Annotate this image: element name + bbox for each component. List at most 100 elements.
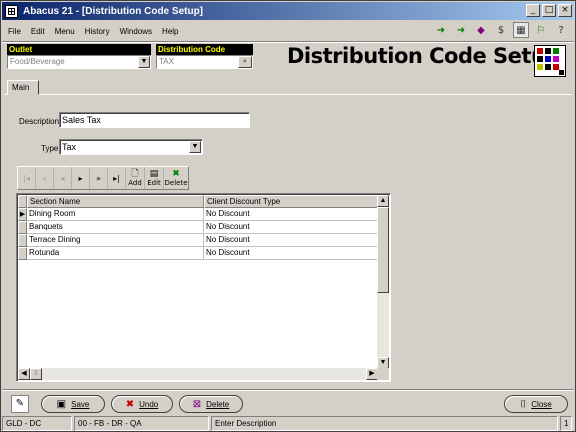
next-page-icon[interactable]: » bbox=[90, 167, 108, 189]
save-button[interactable]: ▣ Save bbox=[41, 395, 105, 413]
row-indicator bbox=[18, 221, 27, 234]
chevron-down-icon[interactable]: ▼ bbox=[138, 56, 150, 68]
prior-record-icon[interactable]: ◂ bbox=[54, 167, 72, 189]
delete-button[interactable]: ⊠ Delete bbox=[179, 395, 243, 413]
vertical-scroll-thumb[interactable] bbox=[377, 207, 389, 293]
back-arrow-icon[interactable]: ➜ bbox=[433, 22, 449, 38]
cell-section-name[interactable]: Banquets bbox=[27, 221, 204, 234]
description-input[interactable]: Sales Tax bbox=[59, 112, 250, 128]
minimize-button[interactable]: _ bbox=[526, 4, 540, 17]
delete-x-icon: ✖ bbox=[172, 169, 180, 179]
close-label: Close bbox=[531, 399, 552, 409]
new-page-icon: 🗋 bbox=[131, 169, 139, 179]
distribution-code-field[interactable]: TAX ⌕ bbox=[156, 55, 253, 69]
horizontal-scrollbar[interactable]: ◀ ⁞ ▶ bbox=[18, 368, 378, 380]
table-row[interactable]: ▶ Dining Room No Discount bbox=[18, 208, 379, 221]
edit-record-button[interactable]: ▤ Edit bbox=[145, 167, 164, 189]
delete-button-label: Delete bbox=[206, 399, 230, 409]
table-row[interactable]: Banquets No Discount bbox=[18, 221, 379, 234]
close-window-button[interactable]: × bbox=[558, 4, 572, 17]
page-title: Distribution Code Setup bbox=[287, 44, 560, 68]
cell-client-discount-type[interactable]: No Discount bbox=[204, 234, 379, 247]
row-indicator bbox=[18, 247, 27, 260]
scroll-corner bbox=[377, 368, 389, 380]
type-label: Type bbox=[41, 144, 59, 153]
close-button[interactable]: ⌷ Close bbox=[504, 395, 568, 413]
add-record-button[interactable]: 🗋 Add bbox=[126, 167, 145, 189]
sections-grid[interactable]: Section Name Client Discount Type ▶ Dini… bbox=[16, 193, 391, 382]
edit-pages-icon: ▤ bbox=[149, 169, 159, 179]
description-label: Description bbox=[19, 117, 60, 126]
menubar-divider bbox=[2, 41, 574, 43]
scroll-up-icon[interactable]: ▲ bbox=[377, 195, 389, 207]
status-bar: GLD - DC 00 - FB - DR - QA Enter Descrip… bbox=[2, 416, 574, 431]
status-message: Enter Description bbox=[211, 416, 558, 431]
undo-button[interactable]: ✖ Undo bbox=[111, 395, 173, 413]
running-man-icon[interactable]: ⚐ bbox=[533, 22, 549, 38]
prior-page-icon[interactable]: « bbox=[36, 167, 54, 189]
menu-bar: File Edit Menu History Windows Help bbox=[3, 21, 423, 41]
distribution-code-label: Distribution Code bbox=[156, 44, 253, 55]
app-window: Abacus 21 - [Distribution Code Setup] _ … bbox=[0, 0, 576, 432]
outlet-combo[interactable]: Food/Beverage ▼ bbox=[7, 55, 151, 69]
cell-client-discount-type[interactable]: No Discount bbox=[204, 221, 379, 234]
chevron-down-icon[interactable]: ▼ bbox=[189, 141, 201, 153]
outlet-label: Outlet bbox=[7, 44, 151, 55]
delete-label: Delete bbox=[164, 179, 188, 187]
row-indicator bbox=[18, 234, 27, 247]
delete-record-icon: ⊠ bbox=[192, 398, 202, 410]
toolbar: ➜ ➜ ◆ $ ▦ ⚐ ? bbox=[433, 22, 569, 38]
table-row[interactable]: Terrace Dining No Discount bbox=[18, 234, 379, 247]
horizontal-scroll-thumb[interactable]: ⁞ bbox=[30, 368, 42, 380]
header-indicator-cell bbox=[18, 195, 27, 208]
column-header-client-discount-type[interactable]: Client Discount Type bbox=[204, 195, 379, 208]
outlet-value: Food/Beverage bbox=[10, 57, 65, 66]
menu-windows[interactable]: Windows bbox=[115, 27, 157, 36]
bottom-divider bbox=[2, 389, 574, 391]
forward-arrow-icon[interactable]: ➜ bbox=[453, 22, 469, 38]
menu-edit[interactable]: Edit bbox=[26, 27, 50, 36]
last-record-icon[interactable]: ▸| bbox=[108, 167, 126, 189]
menu-help[interactable]: Help bbox=[157, 27, 183, 36]
menu-history[interactable]: History bbox=[80, 27, 115, 36]
next-record-icon[interactable]: ▸ bbox=[72, 167, 90, 189]
window-title: Abacus 21 - [Distribution Code Setup] bbox=[23, 5, 204, 17]
save-label: Save bbox=[71, 399, 90, 409]
status-company: GLD - DC bbox=[2, 416, 72, 431]
window-controls: _ □ × bbox=[526, 4, 572, 17]
gem-icon[interactable]: ◆ bbox=[473, 22, 489, 38]
restore-button[interactable]: □ bbox=[542, 4, 556, 17]
undo-x-icon: ✖ bbox=[125, 398, 135, 410]
lookup-search-icon[interactable]: ⌕ bbox=[238, 56, 252, 68]
undo-label: Undo bbox=[139, 399, 159, 409]
tab-main[interactable]: Main bbox=[7, 80, 39, 95]
scroll-left-icon[interactable]: ◀ bbox=[18, 368, 30, 380]
notepad-help-icon[interactable]: ✎ bbox=[11, 395, 29, 413]
status-context: 00 - FB - DR - QA bbox=[74, 416, 209, 431]
column-header-section-name[interactable]: Section Name bbox=[27, 195, 204, 208]
status-count: 1 bbox=[560, 416, 572, 431]
table-row[interactable]: Rotunda No Discount bbox=[18, 247, 379, 260]
app-grid-icon bbox=[5, 4, 18, 18]
type-value: Tax bbox=[62, 142, 77, 152]
delete-record-button[interactable]: ✖ Delete bbox=[164, 167, 188, 189]
cell-section-name[interactable]: Terrace Dining bbox=[27, 234, 204, 247]
door-exit-icon: ⌷ bbox=[520, 398, 527, 410]
add-label: Add bbox=[128, 179, 142, 187]
first-record-icon[interactable]: |◂ bbox=[18, 167, 36, 189]
menu-file[interactable]: File bbox=[3, 27, 26, 36]
type-select[interactable]: Tax ▼ bbox=[59, 139, 203, 155]
calculator-icon[interactable]: ▦ bbox=[513, 22, 529, 38]
title-bar[interactable]: Abacus 21 - [Distribution Code Setup] _ … bbox=[2, 2, 574, 20]
menu-menu[interactable]: Menu bbox=[50, 27, 80, 36]
cell-client-discount-type[interactable]: No Discount bbox=[204, 208, 379, 221]
help-question-icon[interactable]: ? bbox=[553, 22, 569, 38]
dollar-icon[interactable]: $ bbox=[493, 22, 509, 38]
grid-header: Section Name Client Discount Type bbox=[18, 195, 379, 208]
cell-section-name[interactable]: Dining Room bbox=[27, 208, 204, 221]
record-navigator: |◂ « ◂ ▸ » ▸| 🗋 Add ▤ Edit ✖ Delete bbox=[17, 166, 189, 190]
vertical-scrollbar[interactable]: ▲ ▼ bbox=[377, 195, 389, 369]
cell-client-discount-type[interactable]: No Discount bbox=[204, 247, 379, 260]
save-icon: ▣ bbox=[56, 398, 67, 410]
cell-section-name[interactable]: Rotunda bbox=[27, 247, 204, 260]
